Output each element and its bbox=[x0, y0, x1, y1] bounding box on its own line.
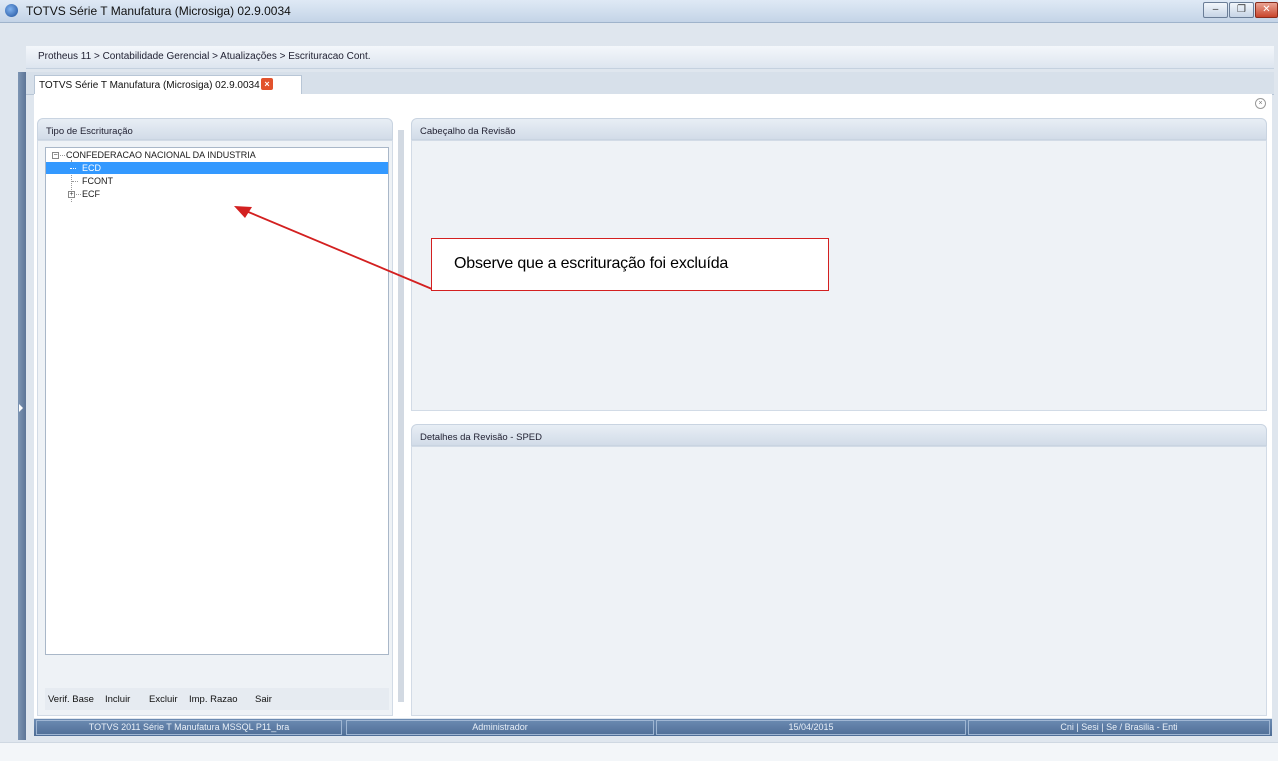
status-date: 15/04/2015 bbox=[656, 720, 966, 735]
bottom-edge bbox=[0, 742, 1278, 761]
status-user: Administrador bbox=[346, 720, 654, 735]
annotation-callout: Observe que a escrituração foi excluída bbox=[431, 238, 829, 291]
status-bar: TOTVS 2011 Série T Manufatura MSSQL P11_… bbox=[34, 719, 1272, 736]
annotation-arrow bbox=[234, 206, 433, 290]
status-company: Cni | Sesi | Se / Brasilia - Enti bbox=[968, 720, 1270, 735]
arrow-line bbox=[245, 210, 433, 290]
status-product: TOTVS 2011 Série T Manufatura MSSQL P11_… bbox=[36, 720, 342, 735]
annotation-text: Observe que a escrituração foi excluída bbox=[454, 255, 729, 272]
